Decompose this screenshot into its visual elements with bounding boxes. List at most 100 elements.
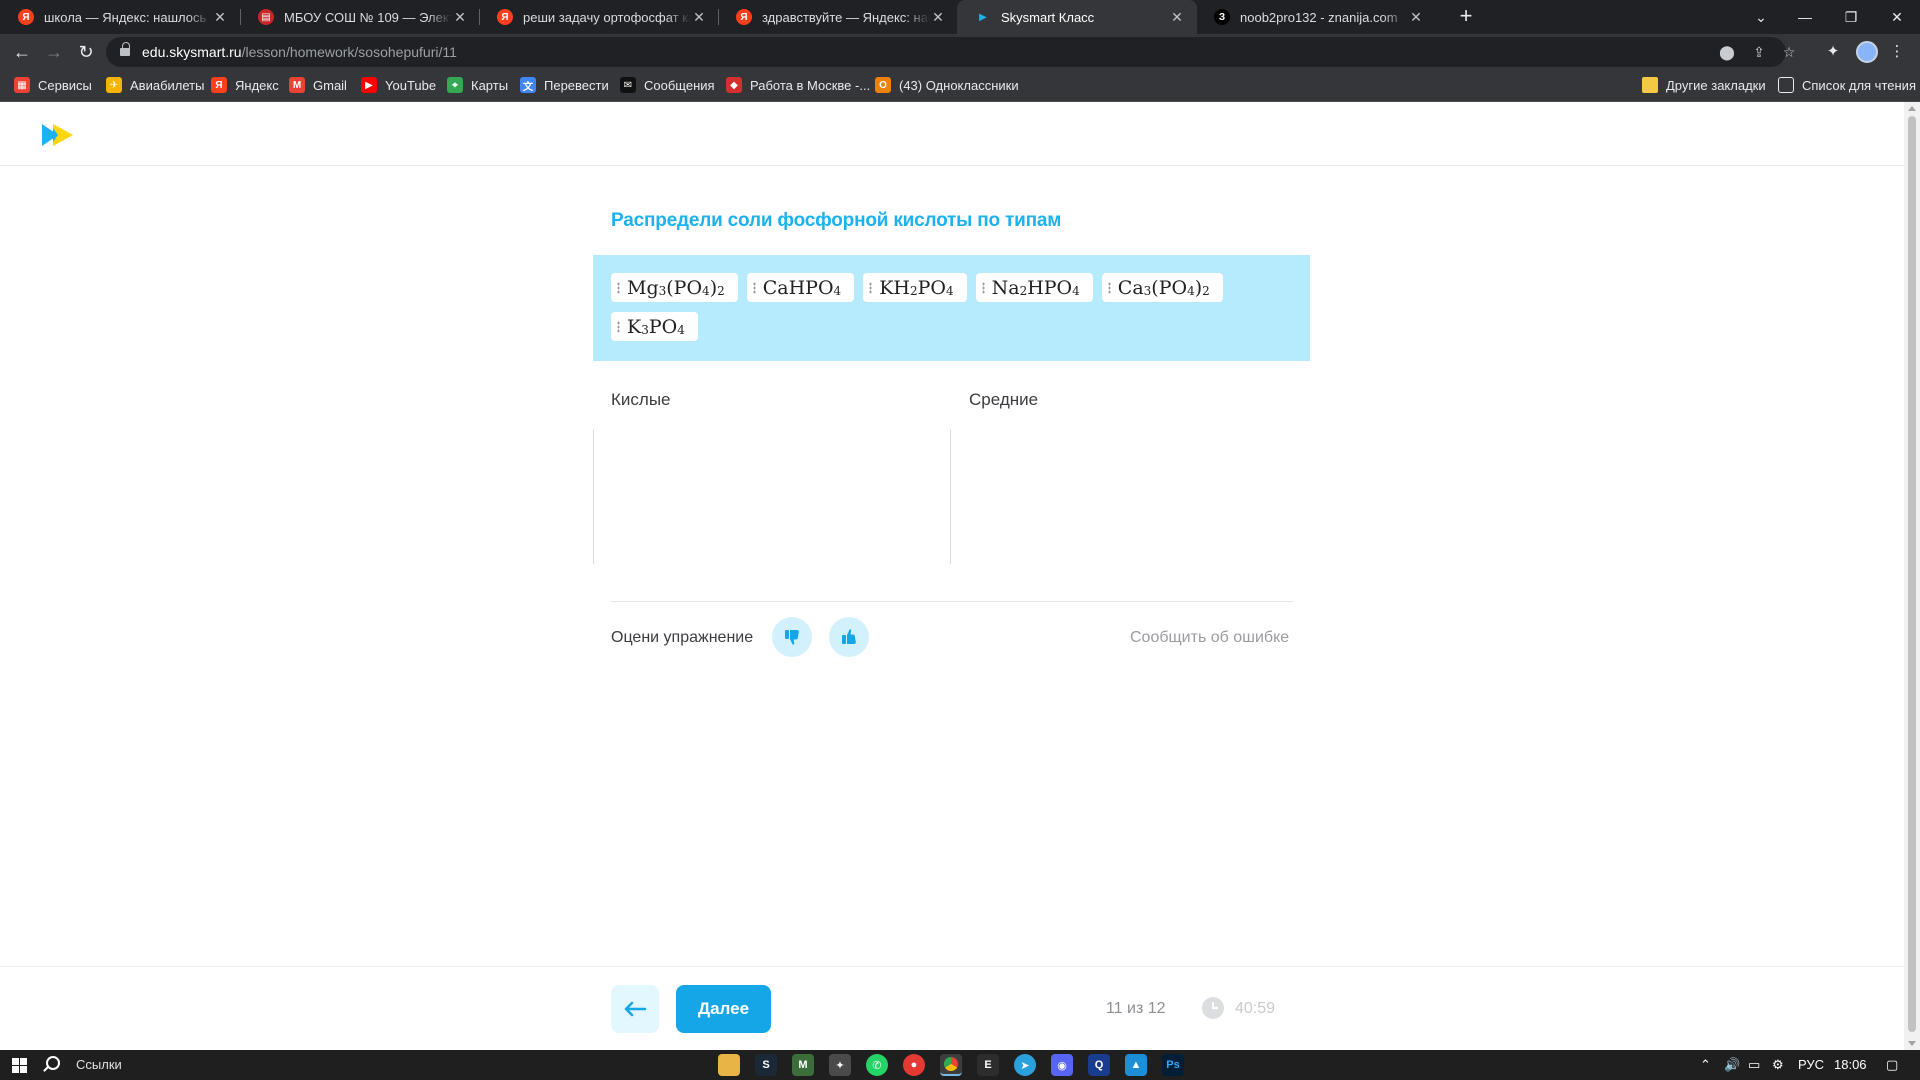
reload-icon[interactable]: ↻	[72, 38, 100, 66]
browser-tab[interactable]: Яреши задачу ортофосфат кальция✕	[479, 0, 719, 34]
close-tab-icon[interactable]: ✕	[212, 9, 228, 26]
translate-icon: 文	[520, 77, 536, 93]
new-tab-button[interactable]: +	[1453, 4, 1479, 30]
share-icon[interactable]: ⇪	[1750, 43, 1768, 61]
tray-chevron-icon[interactable]: ⌃	[1700, 1057, 1711, 1073]
minimize-button[interactable]: —	[1782, 0, 1828, 34]
bookmark-item[interactable]: ⌖ Карты	[447, 77, 508, 93]
page-scrollbar[interactable]	[1904, 102, 1920, 1050]
bookmark-item[interactable]: ▦ Сервисы	[14, 77, 92, 93]
tab-search-chevron-icon[interactable]: ⌄	[1738, 0, 1784, 34]
close-tab-icon[interactable]: ✕	[1169, 9, 1185, 26]
bookmark-item[interactable]: M Gmail	[289, 77, 347, 93]
clock-time[interactable]: 18:06	[1834, 1057, 1867, 1072]
drag-handle-icon[interactable]	[752, 281, 756, 294]
photoshop-icon[interactable]: Ps	[1162, 1054, 1184, 1076]
close-tab-icon[interactable]: ✕	[452, 9, 468, 26]
bookmark-item[interactable]: 文 Перевести	[520, 77, 609, 93]
formula-chip[interactable]: Ca 3 (PO 4) 2	[1101, 273, 1223, 302]
bookmark-other[interactable]: Другие закладки	[1642, 77, 1766, 93]
formula-chip[interactable]: Mg 3 (PO 4) 2	[611, 273, 738, 302]
scroll-thumb[interactable]	[1908, 116, 1916, 1032]
record-icon[interactable]: ●	[903, 1054, 925, 1076]
bookmark-reading-list[interactable]: Список для чтения	[1778, 77, 1916, 93]
windows-start-icon[interactable]	[12, 1058, 27, 1073]
address-bar[interactable]: edu.skysmart.ru/lesson/homework/sosohepu…	[106, 37, 1795, 67]
dislike-button[interactable]	[772, 617, 812, 657]
drag-handle-icon[interactable]	[617, 320, 620, 333]
formula-chip[interactable]: KH 2 PO 4	[863, 273, 967, 302]
steam-icon[interactable]: S	[755, 1054, 777, 1076]
formula-chip[interactable]: CaHPO 4	[746, 273, 855, 302]
column-label-normal: Средние	[969, 390, 1039, 409]
drag-handle-icon[interactable]	[981, 281, 985, 294]
battery-icon[interactable]: ▭	[1748, 1057, 1760, 1073]
column-label-acidic: Кислые	[611, 390, 671, 409]
formula-subscript: 3	[641, 322, 649, 337]
dropzone-normal[interactable]	[951, 430, 1310, 564]
close-tab-icon[interactable]: ✕	[1408, 9, 1424, 26]
browser-tab[interactable]: Зnoob2pro132 - znanija.com ✕	[1196, 0, 1436, 34]
restore-button[interactable]: ❐	[1828, 0, 1874, 34]
bookmark-item[interactable]: ✉ Сообщения	[620, 77, 715, 93]
lock-icon[interactable]	[120, 42, 130, 57]
qbittorrent-icon[interactable]: Q	[1088, 1054, 1110, 1076]
browser-tab[interactable]: ▤ МБОУ СОШ № 109 — Электронный дневник✕	[240, 0, 480, 34]
timer-text: 40:59	[1235, 1000, 1276, 1017]
bookmark-star-icon[interactable]: ☆	[1780, 43, 1798, 61]
formula-chip[interactable]: K 3 PO 4	[611, 312, 698, 341]
forward-arrow-icon[interactable]: →	[40, 38, 68, 66]
close-window-button[interactable]: ✕	[1874, 0, 1920, 34]
browser-tab[interactable]: Яшкола — Яндекс: нашлось 89 млн результа…	[0, 0, 240, 34]
bookmark-item[interactable]: ◆ Работа в Москве -...	[726, 77, 870, 93]
scroll-up-arrow-icon[interactable]	[1908, 106, 1916, 111]
previous-button[interactable]	[611, 985, 659, 1033]
maps-icon: ⌖	[447, 77, 463, 93]
chrome-icon[interactable]	[940, 1054, 962, 1076]
back-arrow-icon[interactable]: ←	[8, 38, 36, 66]
browser-tab[interactable]: Яздравствуйте — Яндекс: нашлось✕	[718, 0, 958, 34]
app-icon[interactable]: ▲	[1125, 1054, 1147, 1076]
bookmark-item[interactable]: Я Яндекс	[211, 77, 279, 93]
volume-icon[interactable]: 🔊	[1724, 1057, 1740, 1073]
network-icon[interactable]: ⚙	[1772, 1057, 1784, 1073]
close-tab-icon[interactable]: ✕	[930, 9, 946, 26]
next-button[interactable]: Далее	[676, 985, 771, 1033]
report-error-link[interactable]: Сообщить об ошибке	[1130, 629, 1289, 647]
skysmart-logo[interactable]	[40, 122, 76, 148]
minecraft-icon[interactable]: M	[792, 1054, 814, 1076]
scroll-down-arrow-icon[interactable]	[1908, 1041, 1916, 1046]
search-icon[interactable]	[46, 1056, 60, 1070]
formula-text: Mg	[627, 276, 659, 299]
footer-divider	[0, 966, 1904, 967]
tab-title: здравствуйте — Яндекс: нашлось	[762, 9, 930, 25]
notifications-icon[interactable]: ▢	[1886, 1057, 1898, 1073]
close-tab-icon[interactable]: ✕	[691, 9, 707, 26]
whatsapp-icon[interactable]: ✆	[866, 1054, 888, 1076]
drag-handle-icon[interactable]	[1107, 281, 1111, 294]
formula-subscript: 2	[717, 283, 725, 298]
bookmark-item[interactable]: О (43) Одноклассники	[875, 77, 1019, 93]
browser-tab[interactable]: ▶ Skysmart Класс ✕	[957, 0, 1197, 34]
bookmark-item[interactable]: ▶ YouTube	[361, 77, 436, 93]
extensions-icon[interactable]: ✦	[1822, 41, 1844, 63]
divider	[611, 601, 1293, 602]
like-button[interactable]	[829, 617, 869, 657]
language-indicator[interactable]: РУС	[1798, 1057, 1824, 1072]
location-icon[interactable]: ⬤	[1718, 43, 1736, 61]
profile-avatar[interactable]	[1856, 41, 1878, 63]
drag-handle-icon[interactable]	[869, 281, 873, 294]
exercise-title: Распредели соли фосфорной кислоты по тип…	[611, 210, 1062, 231]
taskbar-search-label[interactable]: Ссылки	[76, 1057, 122, 1072]
bookmark-item[interactable]: ✈ Авиабилеты	[106, 77, 204, 93]
discord-icon[interactable]: ◉	[1051, 1054, 1073, 1076]
menu-dots-icon[interactable]: ⋮	[1886, 41, 1908, 63]
drag-handle-icon[interactable]	[617, 281, 620, 294]
game-icon[interactable]: ✦	[829, 1054, 851, 1076]
telegram-icon[interactable]: ➤	[1014, 1054, 1036, 1076]
epic-games-icon[interactable]: E	[977, 1054, 999, 1076]
formula-chip[interactable]: Na 2 HPO 4	[975, 273, 1093, 302]
url-text[interactable]: edu.skysmart.ru/lesson/homework/sosohepu…	[142, 44, 457, 60]
dropzone-acidic[interactable]	[593, 430, 951, 564]
file-explorer-icon[interactable]	[718, 1054, 740, 1076]
